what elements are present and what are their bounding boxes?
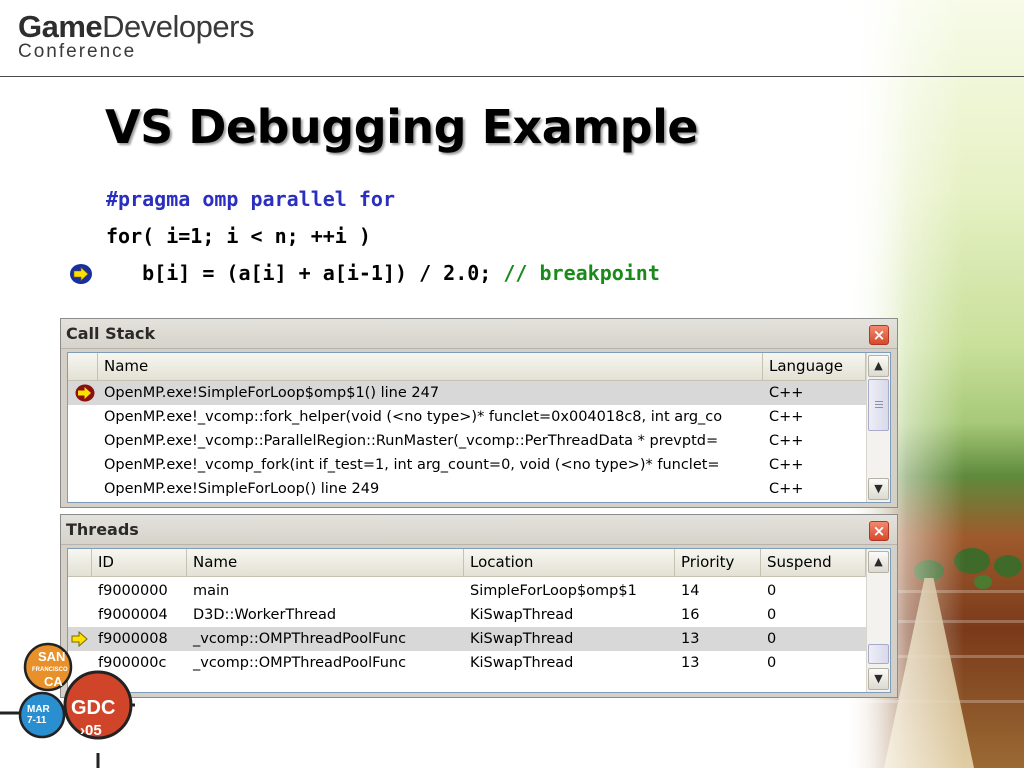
thread-row[interactable]: f9000008 _vcomp::OMPThreadPoolFunc KiSwa… [68,627,890,651]
current-statement-arrow-icon [70,264,92,284]
gdc-2005-badge: SAN FRANCISCO CA MAR 7-11 GDC ›05 [0,642,135,768]
thread-location: KiSwapThread [470,655,574,671]
thread-priority: 13 [681,655,700,671]
frame-language: C++ [769,481,804,497]
threads-grid: ID Name Location Priority Suspend f90000… [67,548,891,693]
thread-row[interactable]: f9000000 main SimpleForLoop$omp$1 14 0 [68,579,890,603]
thread-priority: 13 [681,631,700,647]
column-header-language[interactable]: Language [763,353,866,380]
slide-title: VS Debugging Example [105,100,699,154]
badge-date-1: MAR [27,704,51,715]
logo-subline: Conference [18,41,137,62]
thread-id: f9000000 [98,583,168,599]
call-stack-row[interactable]: OpenMP.exe!_vcomp::fork_helper(void (<no… [68,405,890,429]
call-stack-row[interactable]: OpenMP.exe!_vcomp_fork(int if_test=1, in… [68,453,890,477]
scroll-up-arrow-icon[interactable]: ▲ [868,355,889,377]
thread-suspend: 0 [767,655,777,671]
threads-window: Threads × ID Name Location Priority Susp… [60,514,898,698]
badge-city-2: FRANCISCO [32,667,68,673]
thread-priority: 16 [681,607,700,623]
badge-event: GDC [71,697,115,719]
call-stack-header: Name Language [68,353,890,381]
frame-name: OpenMP.exe!_vcomp_fork(int if_test=1, in… [104,457,720,473]
badge-date-2: 7-11 [27,715,47,726]
logo-brand-light: Developers [102,9,254,44]
badge-city-1: SAN [38,649,65,664]
frame-name: OpenMP.exe!_vcomp::ParallelRegion::RunMa… [104,433,719,449]
call-stack-row[interactable]: OpenMP.exe!SimpleForLoop() line 249 C++ [68,477,890,501]
thread-location: KiSwapThread [470,607,574,623]
frame-name: OpenMP.exe!SimpleForLoop$omp$1() line 24… [104,385,440,401]
gutter-column-header [68,549,92,576]
thread-name: _vcomp::OMPThreadPoolFunc [193,655,407,671]
threads-title-bar: Threads × [61,515,897,545]
frame-language: C++ [769,457,804,473]
call-stack-title-bar: Call Stack × [61,319,897,349]
threads-title: Threads [66,520,139,539]
thread-suspend: 0 [767,607,777,623]
code-line-pragma: #pragma omp parallel for [106,187,395,211]
scroll-down-arrow-icon[interactable]: ▼ [868,478,889,500]
column-header-suspend[interactable]: Suspend [761,549,866,576]
code-line-for: for( i=1; i < n; ++i ) [106,224,371,248]
call-stack-window: Call Stack × Name Language OpenMP.exe!Si… [60,318,898,508]
column-header-id[interactable]: ID [92,549,187,576]
badge-city-3: CA [44,674,63,689]
scroll-thumb[interactable] [868,379,889,431]
call-stack-row[interactable]: OpenMP.exe!SimpleForLoop$omp$1() line 24… [68,381,890,405]
thread-suspend: 0 [767,583,777,599]
frame-name: OpenMP.exe!SimpleForLoop() line 249 [104,481,380,497]
thread-location: SimpleForLoop$omp$1 [470,583,637,599]
thread-priority: 14 [681,583,700,599]
threads-scrollbar[interactable]: ▲ ▼ [866,549,890,692]
column-header-name[interactable]: Name [98,353,763,380]
frame-name: OpenMP.exe!_vcomp::fork_helper(void (<no… [104,409,723,425]
gdc-logo: GameDevelopers Conference [18,10,254,62]
threads-header: ID Name Location Priority Suspend [68,549,890,577]
close-icon[interactable]: × [869,325,889,345]
code-line-assignment: b[i] = (a[i] + a[i-1]) / 2.0; // breakpo… [106,261,660,285]
scroll-down-arrow-icon[interactable]: ▼ [868,668,889,690]
code-comment: // breakpoint [503,261,660,285]
call-stack-row[interactable]: OpenMP.exe!_vcomp::ParallelRegion::RunMa… [68,429,890,453]
badge-year: ›05 [80,722,102,739]
code-statement: b[i] = (a[i] + a[i-1]) / 2.0; [106,261,504,285]
logo-brand-bold: Game [18,9,103,44]
thread-name: D3D::WorkerThread [193,607,337,623]
scroll-thumb[interactable] [868,644,889,664]
thread-suspend: 0 [767,631,777,647]
thread-name: main [193,583,230,599]
thread-name: _vcomp::OMPThreadPoolFunc [193,631,407,647]
column-header-location[interactable]: Location [464,549,675,576]
column-header-name[interactable]: Name [187,549,464,576]
scroll-up-arrow-icon[interactable]: ▲ [868,551,889,573]
gutter-column-header [68,353,98,380]
thread-row[interactable]: f900000c _vcomp::OMPThreadPoolFunc KiSwa… [68,651,890,675]
close-icon[interactable]: × [869,521,889,541]
call-stack-grid: Name Language OpenMP.exe!SimpleForLoop$o… [67,352,891,503]
header-divider [0,76,1024,77]
column-header-priority[interactable]: Priority [675,549,761,576]
thread-location: KiSwapThread [470,631,574,647]
thread-id: f9000004 [98,607,168,623]
frame-language: C++ [769,409,804,425]
call-stack-scrollbar[interactable]: ▲ ▼ [866,353,890,502]
frame-language: C++ [769,385,804,401]
frame-language: C++ [769,433,804,449]
current-frame-arrow-icon [68,381,98,405]
call-stack-title: Call Stack [66,324,156,343]
thread-row[interactable]: f9000004 D3D::WorkerThread KiSwapThread … [68,603,890,627]
